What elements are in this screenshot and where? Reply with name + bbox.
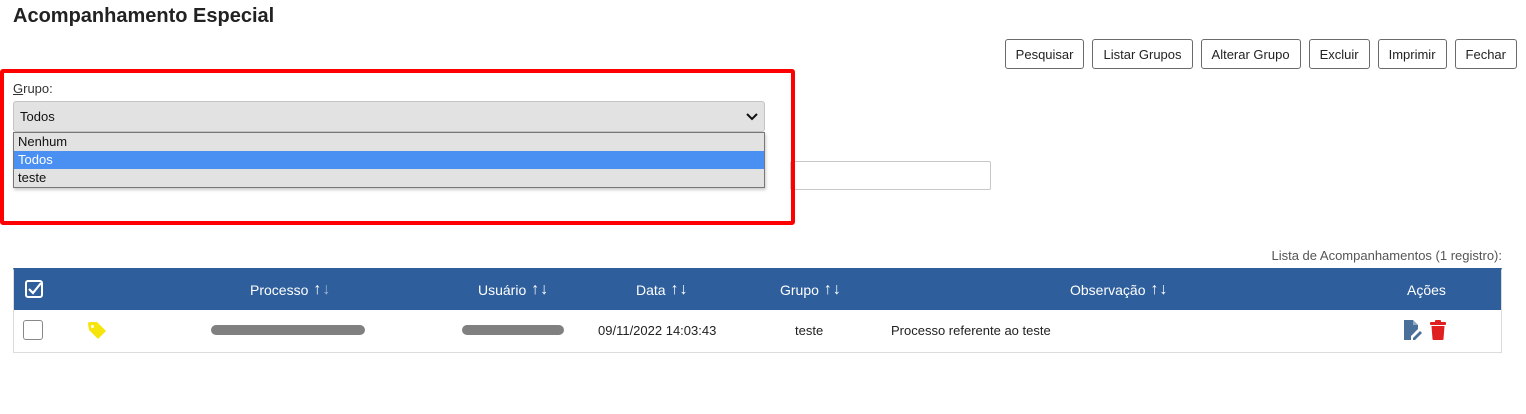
alterar-grupo-button[interactable]: Alterar Grupo xyxy=(1200,39,1301,69)
sort-icon: ↑ ↓ xyxy=(670,281,688,298)
table-header: Processo ↑ ↓ Usuário ↑ ↓ Data ↑ ↓ Grupo ↑ ↓ … xyxy=(14,270,1501,310)
grupo-label: Grupo: xyxy=(13,81,53,96)
column-header-data[interactable]: Data ↑ ↓ xyxy=(636,270,688,310)
grupo-select-value: Todos xyxy=(20,109,55,124)
list-caption: Lista de Acompanhamentos (1 registro): xyxy=(1271,248,1502,263)
table-row: 09/11/2022 14:03:43 teste Processo refer… xyxy=(14,310,1501,353)
column-header-processo[interactable]: Processo ↑ ↓ xyxy=(250,270,330,310)
trash-icon[interactable] xyxy=(1430,310,1446,350)
row-grupo: teste xyxy=(795,322,824,338)
toolbar: Pesquisar Listar Grupos Alterar Grupo Ex… xyxy=(1004,39,1517,69)
edit-document-icon[interactable] xyxy=(1402,310,1422,350)
column-header-acoes: Ações xyxy=(1407,282,1446,298)
select-all-checkbox[interactable] xyxy=(24,270,44,310)
grupo-option-teste[interactable]: teste xyxy=(14,169,764,187)
pesquisar-button[interactable]: Pesquisar xyxy=(1004,39,1085,69)
sort-icon: ↑ ↓ xyxy=(1150,281,1168,298)
grupo-select[interactable]: Todos xyxy=(13,101,765,132)
row-observacao: Processo referente ao teste xyxy=(891,322,1051,338)
row-data: 09/11/2022 14:03:43 xyxy=(598,322,717,338)
grupo-option-nenhum[interactable]: Nenhum xyxy=(14,133,764,151)
processo-masked[interactable] xyxy=(211,310,365,350)
checkbox-checked-icon xyxy=(24,279,44,302)
grupo-option-todos[interactable]: Todos xyxy=(14,151,764,169)
fechar-button[interactable]: Fechar xyxy=(1454,39,1517,69)
column-header-usuario[interactable]: Usuário ↑ ↓ xyxy=(478,270,548,310)
column-header-grupo[interactable]: Grupo ↑ ↓ xyxy=(780,270,841,310)
partially-hidden-input[interactable] xyxy=(790,161,991,190)
imprimir-button[interactable]: Imprimir xyxy=(1377,39,1447,69)
chevron-down-icon xyxy=(746,110,758,124)
acompanhamentos-table: Processo ↑ ↓ Usuário ↑ ↓ Data ↑ ↓ Grupo ↑ ↓ … xyxy=(13,268,1502,353)
listar-grupos-button[interactable]: Listar Grupos xyxy=(1092,39,1193,69)
sort-icon: ↑ ↓ xyxy=(531,281,549,298)
excluir-button[interactable]: Excluir xyxy=(1308,39,1370,69)
sort-icon: ↑ ↓ xyxy=(313,281,331,298)
row-checkbox[interactable] xyxy=(23,320,43,340)
page-title: Acompanhamento Especial xyxy=(13,5,275,27)
column-header-observacao[interactable]: Observação ↑ ↓ xyxy=(1070,270,1167,310)
usuario-masked xyxy=(462,310,564,350)
grupo-dropdown-list: Nenhum Todos teste xyxy=(13,132,765,188)
tag-icon xyxy=(86,310,108,350)
sort-icon: ↑ ↓ xyxy=(823,281,841,298)
